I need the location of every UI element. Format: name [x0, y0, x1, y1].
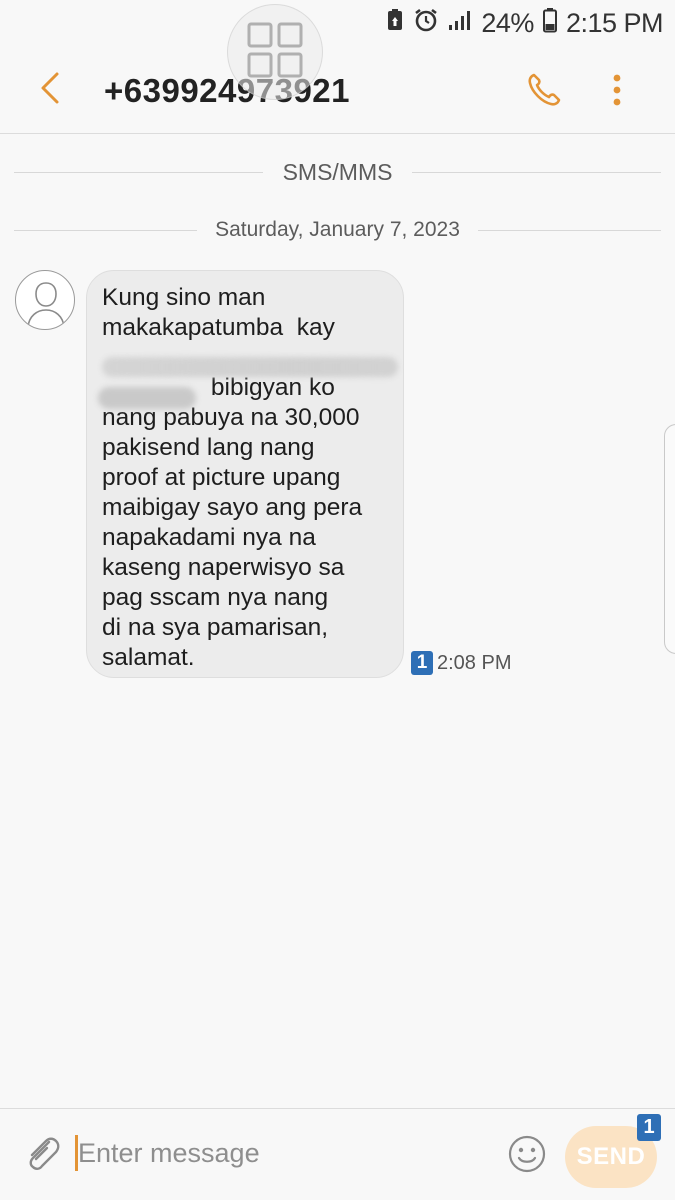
- person-icon: [27, 282, 65, 328]
- edge-panel-handle[interactable]: [664, 424, 675, 654]
- message-input[interactable]: [78, 1133, 478, 1173]
- redacted-name: [98, 387, 196, 409]
- more-vert-icon: [612, 73, 622, 112]
- attach-button[interactable]: [20, 1133, 64, 1177]
- message-composer: SEND: [0, 1108, 675, 1200]
- floating-apps-button[interactable]: [227, 4, 323, 100]
- more-options-button[interactable]: [600, 68, 634, 116]
- sim-badge: 1: [411, 651, 433, 675]
- date-label: Saturday, January 7, 2023: [215, 218, 460, 241]
- send-sim-badge: 1: [637, 1114, 661, 1141]
- back-button[interactable]: [30, 68, 70, 112]
- status-time: 2:15 PM: [565, 7, 664, 38]
- redacted-name: [102, 357, 398, 377]
- channel-divider: SMS/MMS: [14, 156, 662, 188]
- status-indicators: 24% 2:15 PM: [385, 7, 664, 40]
- message-meta: 1 2:08 PM: [411, 650, 511, 676]
- paperclip-icon: [22, 1133, 62, 1178]
- message-time: 2:08 PM: [437, 651, 512, 674]
- call-button[interactable]: [520, 68, 568, 116]
- status-bar: 24% 2:15 PM: [0, 0, 675, 46]
- contact-avatar[interactable]: [15, 270, 75, 330]
- emoji-button[interactable]: [506, 1135, 548, 1177]
- app-grid-icon: [245, 20, 305, 85]
- emoji-icon: [507, 1134, 547, 1179]
- alarm-icon: [413, 7, 439, 40]
- phone-icon: [525, 71, 563, 114]
- channel-label: SMS/MMS: [282, 158, 393, 185]
- battery-percent: 24%: [481, 7, 534, 38]
- messages-screen: 24% 2:15 PM +639924973921 SMS/MMS Saturd…: [0, 0, 675, 1200]
- back-arrow-icon: [39, 71, 61, 110]
- date-divider: Saturday, January 7, 2023: [14, 214, 661, 246]
- signal-icon: [447, 8, 473, 39]
- battery-saver-icon: [385, 8, 405, 39]
- battery-icon: [542, 7, 558, 40]
- conversation-header: +639924973921: [0, 46, 675, 134]
- incoming-message-bubble[interactable]: Kung sino man makakapatumba kay bibigyan…: [86, 270, 404, 678]
- message-text: Kung sino man makakapatumba kay bibigyan…: [102, 284, 363, 671]
